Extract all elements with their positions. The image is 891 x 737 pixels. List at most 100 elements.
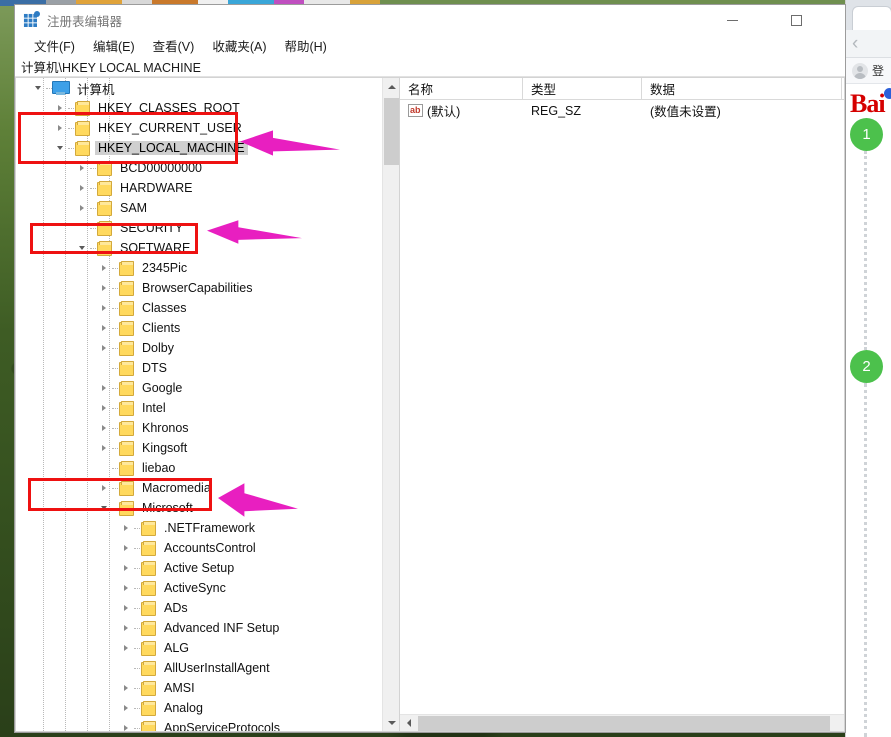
tree-node[interactable]: HKEY_CURRENT_USER xyxy=(16,118,382,138)
tree-node[interactable]: HARDWARE xyxy=(16,178,382,198)
values-column-headers[interactable]: 名称类型数据 xyxy=(400,78,844,100)
chevron-right-icon[interactable] xyxy=(96,378,112,398)
tree-node[interactable]: AMSI xyxy=(16,678,382,698)
chevron-right-icon[interactable] xyxy=(96,338,112,358)
chevron-right-icon[interactable] xyxy=(118,558,134,578)
tree-node[interactable]: Analog xyxy=(16,698,382,718)
registry-tree[interactable]: 计算机HKEY_CLASSES_ROOTHKEY_CURRENT_USERHKE… xyxy=(16,78,382,731)
chevron-right-icon[interactable] xyxy=(118,578,134,598)
chevron-right-icon[interactable] xyxy=(74,198,90,218)
menu-item-0[interactable]: 文件(F) xyxy=(25,34,84,58)
tree-node[interactable]: HKEY_CLASSES_ROOT xyxy=(16,98,382,118)
column-header-1[interactable]: 类型 xyxy=(523,78,642,99)
tree-node[interactable]: Kingsoft xyxy=(16,438,382,458)
chevron-right-icon[interactable] xyxy=(96,258,112,278)
chevron-right-icon[interactable] xyxy=(118,698,134,718)
background-browser-window[interactable]: ‹ 登 Bai xyxy=(845,0,891,737)
tree-node[interactable]: Active Setup xyxy=(16,558,382,578)
chevron-right-icon[interactable] xyxy=(118,638,134,658)
registry-editor-window[interactable]: 注册表编辑器 文件(F)编辑(E)查看(V)收藏夹(A)帮助(H) 计算机\HK… xyxy=(14,4,846,733)
column-header-2[interactable]: 数据 xyxy=(642,78,842,99)
tree-node[interactable]: SOFTWARE xyxy=(16,238,382,258)
values-horizontal-scrollbar[interactable] xyxy=(400,714,844,731)
chevron-right-icon[interactable] xyxy=(118,678,134,698)
tree-node[interactable]: Dolby xyxy=(16,338,382,358)
tree-node[interactable]: AllUserInstallAgent xyxy=(16,658,382,678)
chevron-right-icon[interactable] xyxy=(118,718,134,731)
tree-node[interactable]: ADs xyxy=(16,598,382,618)
tree-node[interactable]: Advanced INF Setup xyxy=(16,618,382,638)
tree-node[interactable]: BrowserCapabilities xyxy=(16,278,382,298)
menu-item-3[interactable]: 收藏夹(A) xyxy=(203,34,275,58)
menu-item-4[interactable]: 帮助(H) xyxy=(275,34,335,58)
tree-node[interactable]: ActiveSync xyxy=(16,578,382,598)
tree-node[interactable]: Clients xyxy=(16,318,382,338)
tree-node[interactable]: AccountsControl xyxy=(16,538,382,558)
tree-node[interactable]: SAM xyxy=(16,198,382,218)
tree-node[interactable]: HKEY_LOCAL_MACHINE xyxy=(16,138,382,158)
tree-node[interactable]: SECURITY xyxy=(16,218,382,238)
chevron-down-icon[interactable] xyxy=(30,78,46,98)
browser-user-bar[interactable]: 登 xyxy=(846,58,891,84)
title-bar[interactable]: 注册表编辑器 xyxy=(15,5,845,35)
tree-vertical-scrollbar[interactable] xyxy=(382,78,399,731)
tree-node[interactable]: Classes xyxy=(16,298,382,318)
menu-bar[interactable]: 文件(F)编辑(E)查看(V)收藏夹(A)帮助(H) xyxy=(15,35,845,57)
avatar-icon[interactable] xyxy=(852,63,868,79)
browser-nav-bar[interactable]: ‹ xyxy=(846,30,891,58)
tree-node[interactable]: DTS xyxy=(16,358,382,378)
folder-icon xyxy=(118,481,134,495)
baidu-logo[interactable]: Bai xyxy=(846,84,891,124)
minimize-button[interactable] xyxy=(709,5,755,35)
chevron-right-icon[interactable] xyxy=(74,158,90,178)
tree-node[interactable]: Khronos xyxy=(16,418,382,438)
tree-node[interactable]: Macromedia xyxy=(16,478,382,498)
registry-tree-pane[interactable]: 计算机HKEY_CLASSES_ROOTHKEY_CURRENT_USERHKE… xyxy=(15,77,399,732)
tree-node[interactable]: .NETFramework xyxy=(16,518,382,538)
chevron-right-icon[interactable] xyxy=(96,278,112,298)
chevron-down-icon[interactable] xyxy=(74,238,90,258)
chevron-right-icon[interactable] xyxy=(118,618,134,638)
scroll-down-icon[interactable] xyxy=(383,714,399,731)
chevron-right-icon[interactable] xyxy=(118,538,134,558)
values-scrollbar-thumb[interactable] xyxy=(418,716,830,731)
tree-node[interactable]: 计算机 xyxy=(16,78,382,98)
tree-node[interactable]: ALG xyxy=(16,638,382,658)
scroll-left-icon[interactable] xyxy=(400,715,417,732)
chevron-right-icon[interactable] xyxy=(52,118,68,138)
chevron-right-icon[interactable] xyxy=(96,478,112,498)
column-header-0[interactable]: 名称 xyxy=(400,78,523,99)
menu-item-1[interactable]: 编辑(E) xyxy=(84,34,144,58)
chevron-right-icon[interactable] xyxy=(118,518,134,538)
chevron-right-icon[interactable] xyxy=(96,418,112,438)
tree-node[interactable]: BCD00000000 xyxy=(16,158,382,178)
chevron-down-icon[interactable] xyxy=(52,138,68,158)
chevron-right-icon[interactable] xyxy=(96,298,112,318)
address-bar[interactable]: 计算机\HKEY LOCAL MACHINE xyxy=(15,57,845,77)
chevron-right-icon[interactable] xyxy=(96,318,112,338)
back-arrow-icon[interactable]: ‹ xyxy=(852,34,858,53)
chevron-right-icon[interactable] xyxy=(96,438,112,458)
chevron-right-icon[interactable] xyxy=(74,178,90,198)
tree-node[interactable]: Google xyxy=(16,378,382,398)
maximize-button[interactable] xyxy=(773,5,819,35)
login-link[interactable]: 登 xyxy=(872,62,884,79)
folder-icon xyxy=(118,421,134,435)
chevron-down-icon[interactable] xyxy=(96,498,112,518)
chevron-right-icon[interactable] xyxy=(118,598,134,618)
value-row[interactable]: ab(默认)REG_SZ(数值未设置) xyxy=(400,100,844,121)
tree-node[interactable]: liebao xyxy=(16,458,382,478)
chevron-right-icon[interactable] xyxy=(52,98,68,118)
registry-values-pane[interactable]: 名称类型数据 ab(默认)REG_SZ(数值未设置) xyxy=(399,77,845,732)
menu-item-2[interactable]: 查看(V) xyxy=(144,34,204,58)
tree-node[interactable]: Intel xyxy=(16,398,382,418)
scroll-up-icon[interactable] xyxy=(383,78,399,95)
tree-node[interactable]: 2345Pic xyxy=(16,258,382,278)
values-list[interactable]: ab(默认)REG_SZ(数值未设置) xyxy=(400,100,844,714)
tree-scrollbar-thumb[interactable] xyxy=(384,98,399,165)
browser-tab-strip[interactable] xyxy=(846,0,891,30)
tree-node[interactable]: AppServiceProtocols xyxy=(16,718,382,731)
tree-node[interactable]: Microsoft xyxy=(16,498,382,518)
browser-tab[interactable] xyxy=(852,6,891,30)
chevron-right-icon[interactable] xyxy=(96,398,112,418)
